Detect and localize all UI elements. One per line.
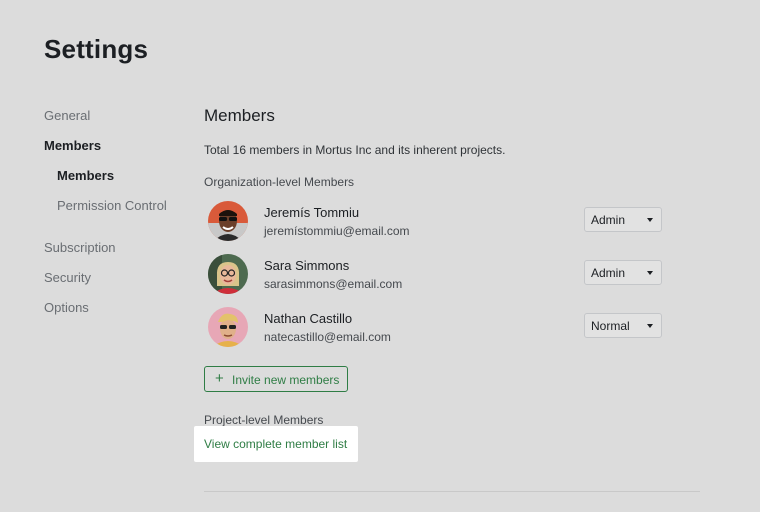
- org-members-label: Organization-level Members: [204, 175, 355, 189]
- avatar: [208, 201, 248, 241]
- project-members-label: Project-level Members: [204, 413, 324, 427]
- plus-icon: +: [215, 370, 224, 387]
- role-value: Admin: [591, 266, 626, 280]
- chevron-down-icon: [647, 324, 653, 328]
- sidebar-item-options[interactable]: Options: [44, 300, 89, 315]
- role-value: Admin: [591, 213, 626, 227]
- member-name: Nathan Castillo: [264, 311, 353, 326]
- section-title: Members: [204, 106, 275, 125]
- sidebar-item-subscription[interactable]: Subscription: [44, 240, 116, 255]
- member-email: sarasimmons@email.com: [264, 277, 403, 291]
- member-row: Sara Simmons sarasimmons@email.com Admin: [204, 254, 664, 298]
- invite-button-label: Invite new members: [232, 373, 340, 387]
- chevron-down-icon: [647, 218, 653, 222]
- member-name: Jeremís Tommiu: [264, 205, 360, 220]
- member-row: Nathan Castillo natecastillo@email.com N…: [204, 307, 664, 351]
- sidebar-subitem-members[interactable]: Members: [57, 168, 114, 183]
- view-member-list-highlight: View complete member list: [194, 426, 358, 462]
- members-summary: Total 16 members in Mortus Inc and its i…: [204, 143, 506, 157]
- chevron-down-icon: [647, 271, 653, 275]
- role-dropdown[interactable]: Admin: [584, 207, 662, 232]
- sidebar-subitem-permission-control[interactable]: Permission Control: [57, 198, 167, 213]
- role-dropdown[interactable]: Normal: [584, 313, 662, 338]
- invite-members-button[interactable]: + Invite new members: [204, 366, 348, 392]
- sidebar-item-general[interactable]: General: [44, 108, 90, 123]
- avatar: [208, 307, 248, 347]
- avatar: [208, 254, 248, 294]
- member-email: natecastillo@email.com: [264, 330, 391, 344]
- role-dropdown[interactable]: Admin: [584, 260, 662, 285]
- divider: [204, 491, 700, 492]
- sidebar-item-members[interactable]: Members: [44, 138, 101, 153]
- role-value: Normal: [591, 319, 630, 333]
- member-row: Jeremís Tommiu jeremístommiu@email.com A…: [204, 201, 664, 245]
- sidebar-item-security[interactable]: Security: [44, 270, 91, 285]
- member-name: Sara Simmons: [264, 258, 350, 273]
- member-email: jeremístommiu@email.com: [264, 224, 410, 238]
- view-member-list-link[interactable]: View complete member list: [204, 437, 347, 451]
- page-title: Settings: [44, 34, 149, 64]
